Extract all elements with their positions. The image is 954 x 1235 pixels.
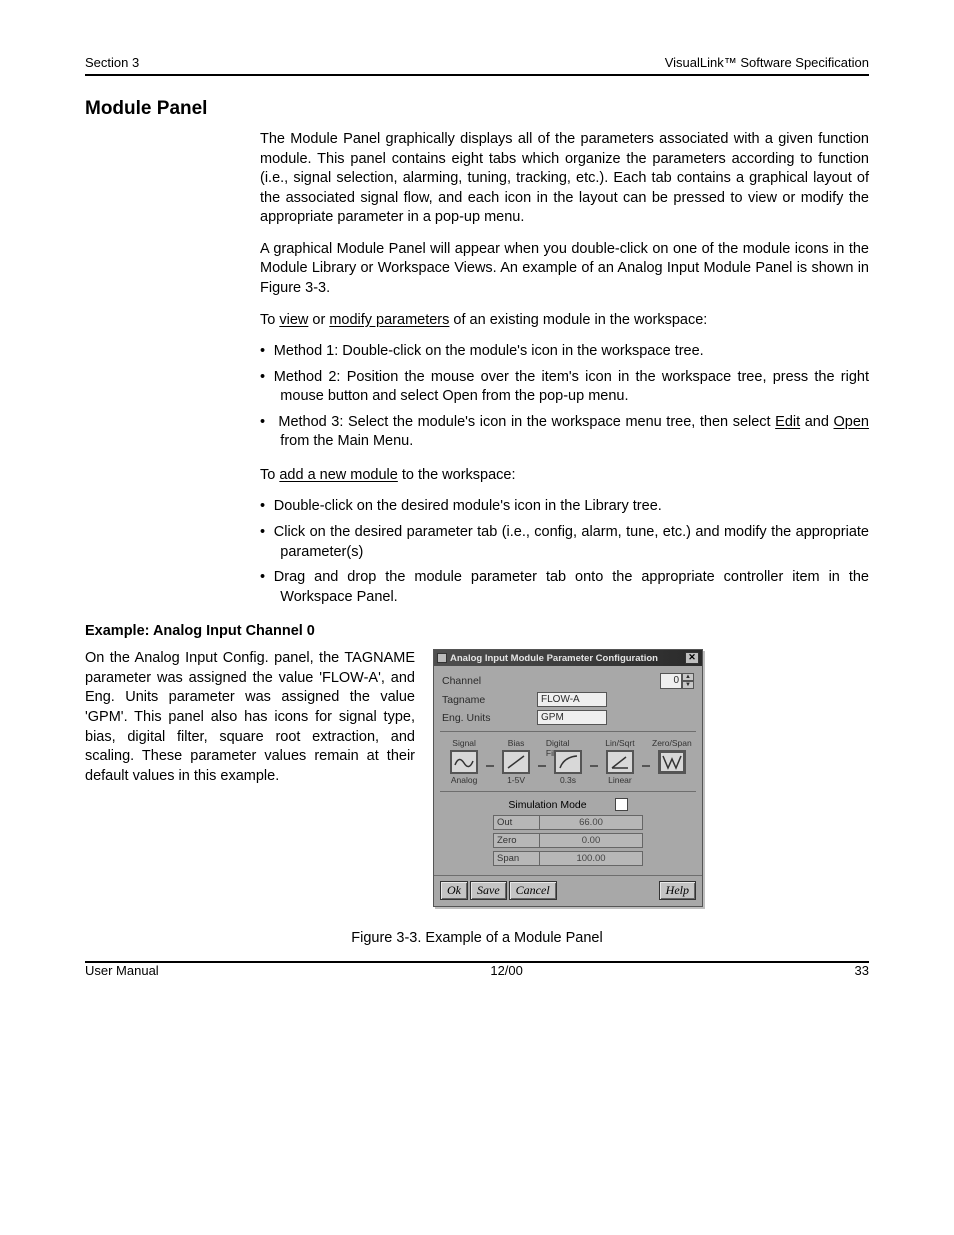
list-item: Method 1: Double-click on the module's i… xyxy=(260,342,869,362)
signal-icon[interactable] xyxy=(450,750,478,774)
header-rule xyxy=(85,74,869,76)
footer-right: 33 xyxy=(855,963,869,978)
dialog-analog-input: Analog Input Module Parameter Configurat… xyxy=(433,649,703,907)
channel-value[interactable]: 0 xyxy=(660,673,682,689)
close-icon[interactable]: ✕ xyxy=(685,652,699,664)
underline-view: view xyxy=(279,312,308,328)
list-item: Click on the desired parameter tab (i.e.… xyxy=(260,523,869,562)
icon-label-zerospan: Zero/Span xyxy=(652,738,692,749)
paragraph-4: To add a new module to the workspace: xyxy=(260,466,869,486)
bias-icon[interactable] xyxy=(502,750,530,774)
figure-caption: Figure 3-3. Example of a Module Panel xyxy=(85,929,869,949)
cancel-button[interactable]: Cancel xyxy=(509,881,557,900)
example-heading: Example: Analog Input Channel 0 xyxy=(85,623,869,639)
ok-button[interactable]: Ok xyxy=(440,881,468,900)
label-channel: Channel xyxy=(442,675,537,687)
dialog-titlebar[interactable]: Analog Input Module Parameter Configurat… xyxy=(434,650,702,666)
icon-label-filter: Digital Filter xyxy=(546,738,590,749)
header-section: Section 3 xyxy=(85,55,139,70)
paragraph-1: The Module Panel graphically displays al… xyxy=(260,130,869,228)
app-icon xyxy=(437,653,447,663)
list-view-modify: Method 1: Double-click on the module's i… xyxy=(260,342,869,452)
page-footer: User Manual 12/00 33 xyxy=(85,963,869,978)
value-span: 100.00 xyxy=(540,852,642,865)
label-eng-units: Eng. Units xyxy=(442,712,537,724)
icon-label-bias: Bias xyxy=(508,738,525,749)
list-add-new: Double-click on the desired module's ico… xyxy=(260,497,869,607)
tagname-field[interactable]: FLOW-A xyxy=(537,692,607,707)
signal-chain: Signal Analog Bias 1-5V xyxy=(442,738,694,785)
connector-icon xyxy=(590,765,598,767)
icon-value-filter: 0.3s xyxy=(560,775,576,785)
underline-add-new: add a new module xyxy=(279,467,398,483)
label-out: Out xyxy=(494,816,540,829)
value-out: 66.00 xyxy=(540,816,642,829)
value-zero: 0.00 xyxy=(540,834,642,847)
chevron-up-icon[interactable]: ▲ xyxy=(682,673,694,681)
footer-center: 12/00 xyxy=(490,963,523,978)
example-text: On the Analog Input Config. panel, the T… xyxy=(85,649,415,895)
underline-modify: modify parameters xyxy=(329,312,449,328)
icon-value-bias: 1-5V xyxy=(507,775,525,785)
header-title: VisualLink™ Software Specification xyxy=(665,55,869,70)
chevron-down-icon[interactable]: ▼ xyxy=(682,681,694,689)
label-tagname: Tagname xyxy=(442,694,537,706)
connector-icon xyxy=(642,765,650,767)
channel-stepper[interactable]: 0 ▲▼ xyxy=(660,673,694,689)
zero-span-icon[interactable] xyxy=(658,750,686,774)
label-zero: Zero xyxy=(494,834,540,847)
help-button[interactable]: Help xyxy=(659,881,696,900)
list-item: Method 3: Select the module's icon in th… xyxy=(260,413,869,452)
list-item: Drag and drop the module parameter tab o… xyxy=(260,568,869,607)
paragraph-2: A graphical Module Panel will appear whe… xyxy=(260,240,869,299)
simulation-mode-checkbox[interactable] xyxy=(615,798,628,811)
lin-sqrt-icon[interactable] xyxy=(606,750,634,774)
label-span: Span xyxy=(494,852,540,865)
heading-module-panel: Module Panel xyxy=(85,98,869,120)
icon-label-signal: Signal xyxy=(452,738,476,749)
icon-value-signal: Analog xyxy=(451,775,477,785)
save-button[interactable]: Save xyxy=(470,881,507,900)
digital-filter-icon[interactable] xyxy=(554,750,582,774)
eng-units-field[interactable]: GPM xyxy=(537,710,607,725)
dialog-title: Analog Input Module Parameter Configurat… xyxy=(450,653,658,664)
connector-icon xyxy=(538,765,546,767)
list-item: Double-click on the desired module's ico… xyxy=(260,497,869,517)
list-item: Method 2: Position the mouse over the it… xyxy=(260,368,869,407)
page-header: Section 3 VisualLink™ Software Specifica… xyxy=(85,55,869,70)
values-table: Out66.00 Zero0.00 Span100.00 xyxy=(493,815,643,866)
footer-left: User Manual xyxy=(85,963,159,978)
paragraph-3: To view or modify parameters of an exist… xyxy=(260,311,869,331)
icon-value-linsqrt: Linear xyxy=(608,775,632,785)
label-simulation-mode: Simulation Mode xyxy=(508,799,586,811)
connector-icon xyxy=(486,765,494,767)
icon-label-linsqrt: Lin/Sqrt xyxy=(605,738,634,749)
